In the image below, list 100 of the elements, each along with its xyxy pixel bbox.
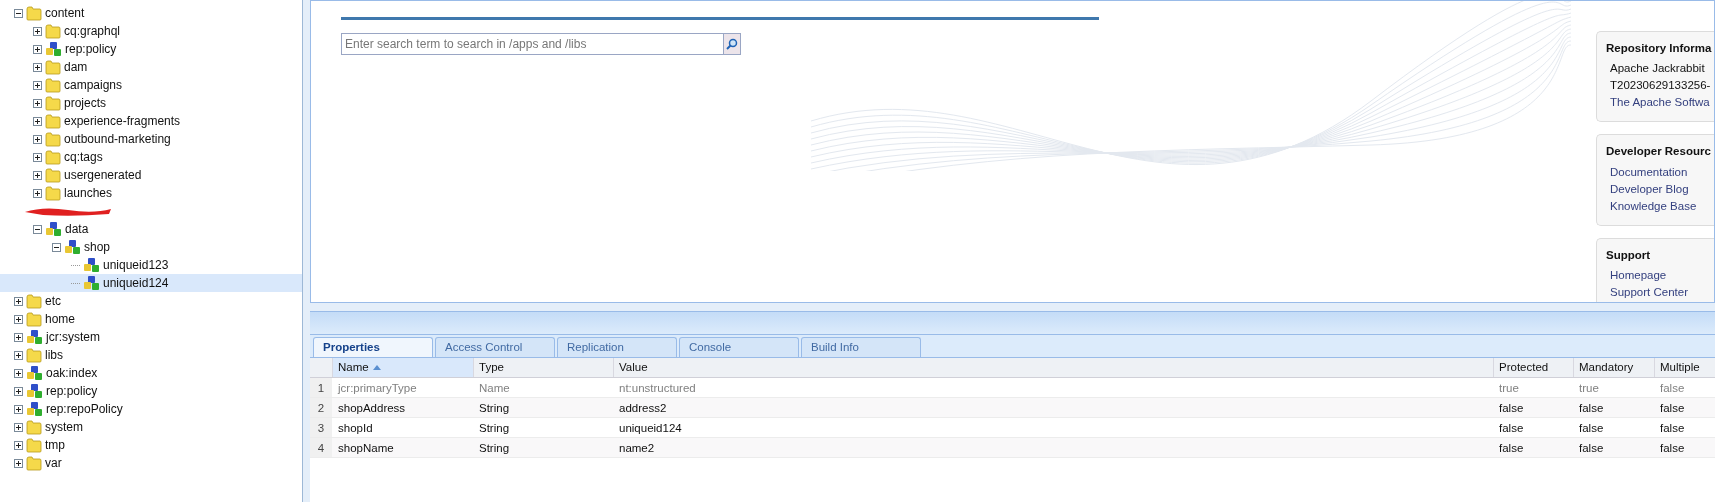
table-row[interactable]: 4 shopName String name2 false false false xyxy=(310,438,1715,458)
tree-row[interactable]: outbound-marketing xyxy=(0,130,302,148)
tree-row[interactable]: uniqueid123 xyxy=(0,256,302,274)
table-cell-text: false xyxy=(1498,441,1525,456)
tree-row[interactable]: etc xyxy=(0,292,302,310)
tree-row[interactable]: rep:repoPolicy xyxy=(0,400,302,418)
search-button[interactable] xyxy=(723,33,741,55)
expand-icon[interactable] xyxy=(14,368,23,378)
tree-row[interactable]: cq:graphql xyxy=(0,22,302,40)
table-cell-text: true xyxy=(1498,381,1520,396)
cubes-icon xyxy=(26,329,43,345)
expand-icon[interactable] xyxy=(33,26,42,36)
tree-label: rep:policy xyxy=(65,41,117,58)
expand-icon[interactable] xyxy=(33,62,42,72)
row-number: 3 xyxy=(310,418,332,437)
expand-icon[interactable] xyxy=(14,350,23,360)
expand-icon[interactable] xyxy=(33,116,42,126)
cubes-icon xyxy=(26,383,43,399)
expand-icon[interactable] xyxy=(33,98,42,108)
tree-label: outbound-marketing xyxy=(64,131,171,148)
tree-row[interactable]: tmp xyxy=(0,436,302,454)
tree-row[interactable]: uniqueid124 xyxy=(0,274,302,292)
expand-icon[interactable] xyxy=(14,314,23,324)
expand-icon[interactable] xyxy=(14,458,23,468)
folder-icon xyxy=(45,149,61,165)
panel-link[interactable]: Developer Blog xyxy=(1606,180,1714,198)
tree-label: projects xyxy=(64,95,107,112)
collapse-icon[interactable] xyxy=(33,224,42,234)
expand-icon[interactable] xyxy=(33,170,42,180)
cubes-icon xyxy=(26,401,43,417)
expand-icon[interactable] xyxy=(14,422,23,432)
folder-icon xyxy=(26,347,42,363)
tree-row[interactable]: home xyxy=(0,310,302,328)
tree-row[interactable]: experience-fragments xyxy=(0,112,302,130)
tree-label: campaigns xyxy=(64,77,123,94)
search-field[interactable]: Enter search term to search in /apps and /libs xyxy=(341,33,723,55)
table-cell-text: false xyxy=(1578,401,1605,416)
expand-icon[interactable] xyxy=(33,134,42,144)
expand-icon[interactable] xyxy=(33,44,42,54)
tree-row[interactable]: libs xyxy=(0,346,302,364)
expand-icon[interactable] xyxy=(14,386,23,396)
tab[interactable]: Replication xyxy=(557,337,677,357)
table-row[interactable]: 2 shopAddress String address2 false false false xyxy=(310,398,1715,418)
tree-row[interactable]: var xyxy=(0,454,302,472)
panel-link[interactable]: Knowledge Base xyxy=(1606,197,1714,215)
expand-icon[interactable] xyxy=(14,404,23,414)
folder-icon xyxy=(45,167,61,183)
tree-label: system xyxy=(45,419,83,436)
table-row[interactable]: 1 jcr:primaryType Name nt:unstructured true true false xyxy=(310,378,1715,398)
tree-label: tmp xyxy=(45,437,65,454)
table-cell-text: false xyxy=(1578,421,1605,436)
tree-label: uniqueid124 xyxy=(103,275,169,292)
tree-row[interactable]: dam xyxy=(0,58,302,76)
tab[interactable]: Properties xyxy=(313,337,433,357)
folder-icon xyxy=(26,455,42,471)
tree-row[interactable]: rep:policy xyxy=(0,382,302,400)
table-cell-text: false xyxy=(1659,441,1686,456)
tree-row[interactable]: data xyxy=(0,220,302,238)
tree-row[interactable]: content xyxy=(0,4,302,22)
collapse-icon[interactable] xyxy=(14,8,23,18)
table-row[interactable]: 3 shopId String uniqueid124 false false false xyxy=(310,418,1715,438)
tree-row[interactable]: system xyxy=(0,418,302,436)
table-cell-text: String xyxy=(478,421,511,436)
tree-row[interactable]: projects xyxy=(0,94,302,112)
panel-link[interactable]: Support Center xyxy=(1606,283,1714,301)
table-cell-text: address2 xyxy=(618,401,668,416)
tab[interactable]: Build Info xyxy=(801,337,921,357)
expand-icon[interactable] xyxy=(14,332,23,342)
expand-icon[interactable] xyxy=(14,440,23,450)
tree-row[interactable]: jcr:system xyxy=(0,328,302,346)
expand-icon[interactable] xyxy=(14,296,23,306)
folder-icon xyxy=(45,185,61,201)
collapse-icon[interactable] xyxy=(52,242,61,252)
tree-row[interactable]: rep:policy xyxy=(0,40,302,58)
tab[interactable]: Access Control xyxy=(435,337,555,357)
panel-link[interactable]: The Apache Softwa xyxy=(1606,94,1714,112)
panel-link[interactable]: Homepage xyxy=(1606,266,1714,284)
tree-row[interactable]: oak:index xyxy=(0,364,302,382)
tree-row[interactable]: campaigns xyxy=(0,76,302,94)
expand-icon[interactable] xyxy=(33,188,42,198)
folder-icon xyxy=(45,23,61,39)
panel-link[interactable]: Documentation xyxy=(1606,163,1714,181)
column-header[interactable]: Value xyxy=(613,358,1493,377)
expand-icon[interactable] xyxy=(33,80,42,90)
folder-icon xyxy=(45,59,61,75)
tab[interactable]: Console xyxy=(679,337,799,357)
column-header[interactable]: Multiple xyxy=(1654,358,1715,377)
expand-icon[interactable] xyxy=(33,152,42,162)
tree-row[interactable]: launches xyxy=(0,184,302,202)
cubes-icon xyxy=(26,365,43,381)
tree-label: home xyxy=(45,311,76,328)
column-header[interactable]: Protected xyxy=(1493,358,1573,377)
cubes-icon xyxy=(64,239,81,255)
column-header[interactable]: Type xyxy=(473,358,613,377)
tree-row[interactable]: usergenerated xyxy=(0,166,302,184)
column-header[interactable]: Mandatory xyxy=(1573,358,1654,377)
tree-row[interactable]: cq:tags xyxy=(0,148,302,166)
column-header[interactable]: Name xyxy=(332,358,473,377)
tree-row[interactable]: shop xyxy=(0,238,302,256)
tree-label: launches xyxy=(64,185,113,202)
